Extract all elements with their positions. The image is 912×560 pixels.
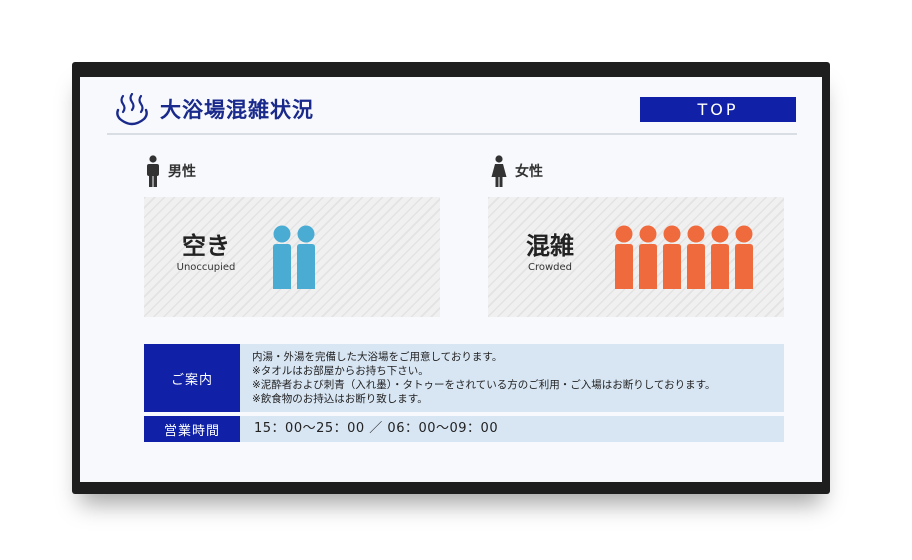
person-icon: [735, 225, 753, 289]
top-button[interactable]: TOP: [640, 97, 796, 122]
women-status: 混雑 Crowded: [500, 231, 600, 275]
signage-screen: 大浴場混雑状況 TOP 男性 空き Unoccupied 女性 混雑 Crowd…: [80, 77, 822, 482]
person-icon: [639, 225, 657, 289]
guide-line: ※泥酔者および刺青（入れ墨）・タトゥーをされている方のご利用・ご入場はお断りして…: [252, 379, 716, 391]
person-icon: [273, 225, 291, 289]
hours-value: 15：00～25：00 ／ 06：00～09：00: [240, 416, 784, 442]
person-icon: [711, 225, 729, 289]
person-icon: [663, 225, 681, 289]
info-table: ご案内 内湯・外湯を完備した大浴場をご用意しております。 ※タオルはお部屋からお…: [144, 344, 784, 442]
men-occupancy-icons: [272, 225, 316, 289]
men-status-text: 空き: [182, 232, 230, 260]
guide-row: ご案内 内湯・外湯を完備した大浴場をご用意しております。 ※タオルはお部屋からお…: [144, 344, 784, 412]
men-status-english: Unoccupied: [176, 262, 236, 273]
guide-label: ご案内: [144, 344, 240, 412]
hours-label: 営業時間: [144, 416, 240, 442]
guide-text: 内湯・外湯を完備した大浴場をご用意しております。 ※タオルはお部屋からお持ち下さ…: [240, 344, 784, 412]
men-label: 男性: [168, 164, 196, 180]
guide-line: 内湯・外湯を完備した大浴場をご用意しております。: [252, 351, 503, 363]
men-section-label: 男性: [146, 154, 196, 188]
header: 大浴場混雑状況 TOP: [80, 77, 822, 135]
women-status-english: Crowded: [527, 262, 573, 273]
men-status-panel: 空き Unoccupied: [144, 197, 440, 317]
person-icon: [297, 225, 315, 289]
women-section-label: 女性: [491, 154, 543, 188]
person-icon: [687, 225, 705, 289]
person-icon: [615, 225, 633, 289]
women-status-text: 混雑: [526, 232, 574, 260]
male-icon: [147, 155, 159, 187]
women-label: 女性: [515, 164, 543, 180]
header-divider: [107, 133, 797, 135]
guide-line: ※飲食物のお持込はお断り致します。: [252, 393, 428, 405]
women-status-panel: 混雑 Crowded: [488, 197, 784, 317]
female-icon: [491, 155, 507, 187]
hot-spring-icon: [116, 93, 148, 126]
women-occupancy-icons: [614, 225, 754, 289]
men-status: 空き Unoccupied: [156, 231, 256, 275]
page-title: 大浴場混雑状況: [160, 98, 314, 122]
guide-line: ※タオルはお部屋からお持ち下さい。: [252, 365, 429, 377]
hours-row: 営業時間 15：00～25：00 ／ 06：00～09：00: [144, 416, 784, 442]
